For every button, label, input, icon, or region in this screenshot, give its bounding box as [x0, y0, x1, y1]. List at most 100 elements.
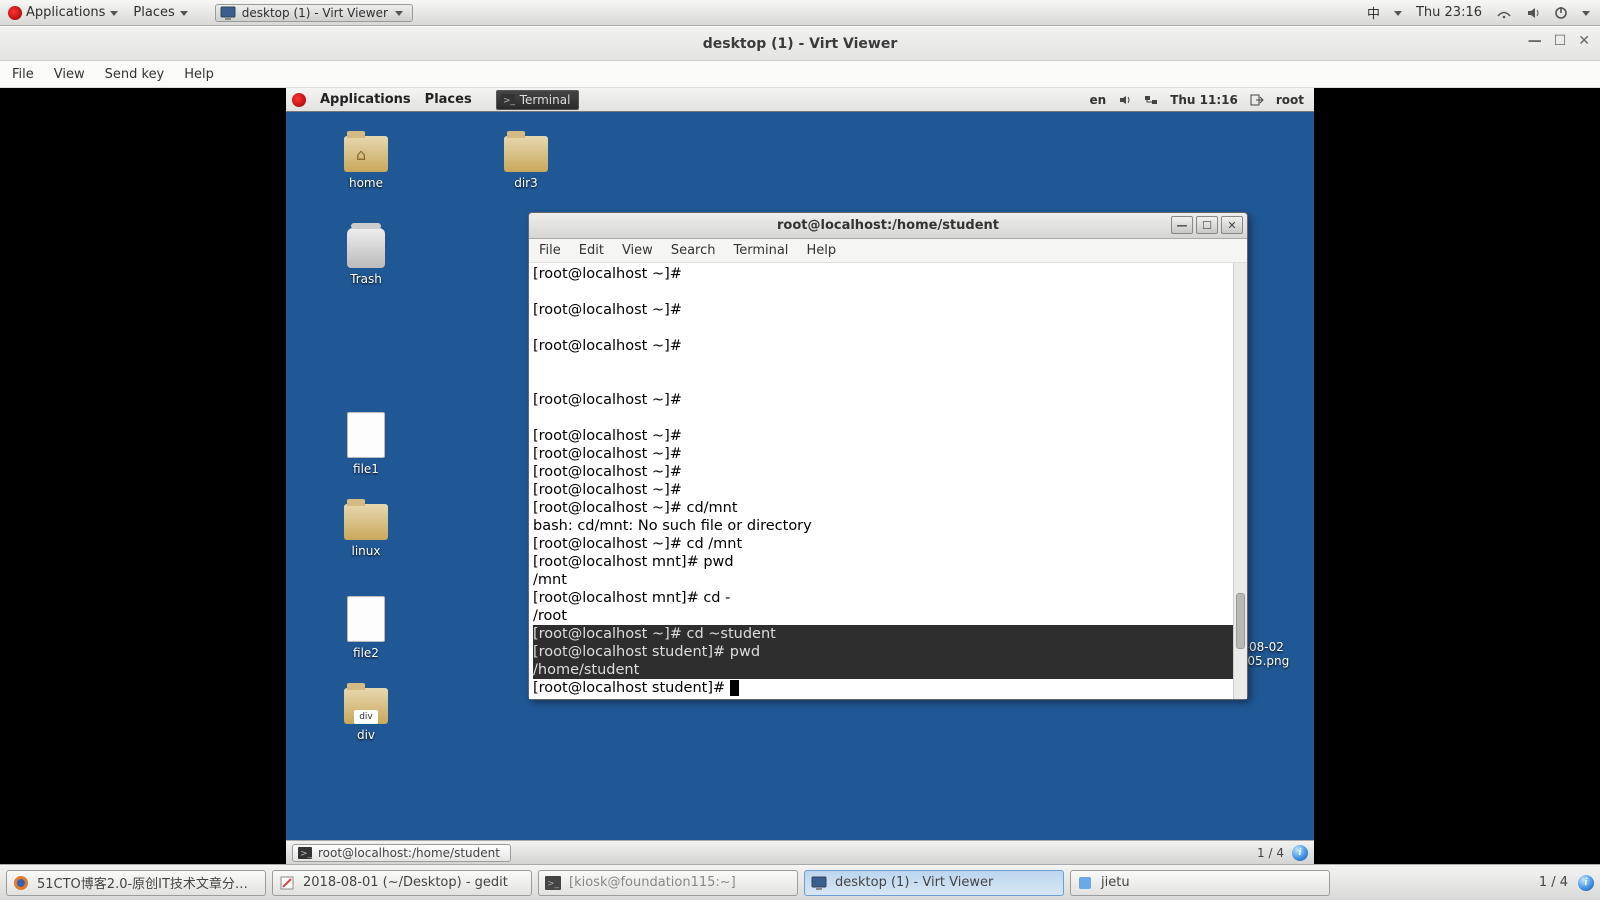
- virt-viewer-window: desktop (1) - Virt Viewer — ☐ ✕ File Vie…: [0, 26, 1600, 864]
- desktop-icon-file2[interactable]: file2: [326, 596, 406, 660]
- redhat-icon: [292, 93, 306, 107]
- virt-viewer-titlebar[interactable]: desktop (1) - Virt Viewer — ☐ ✕: [0, 27, 1600, 61]
- logout-icon[interactable]: [1250, 94, 1264, 106]
- terminal-menu-help[interactable]: Help: [806, 243, 836, 258]
- viewer-close-button[interactable]: ✕: [1578, 33, 1590, 49]
- host-places-menu[interactable]: Places: [133, 5, 188, 20]
- guest-screen[interactable]: Applications Places >_ Terminal en Thu 1…: [286, 88, 1314, 864]
- home-icon: ⌂: [356, 145, 366, 164]
- host-task-jietu[interactable]: jietu: [1070, 870, 1330, 896]
- host-task-label: 51CTO博客2.0-原创IT技术文章分…: [37, 873, 248, 892]
- wifi-icon[interactable]: [1496, 7, 1512, 19]
- terminal-title: root@localhost:/home/student: [777, 218, 999, 233]
- guest-applications-menu[interactable]: Applications: [320, 92, 411, 107]
- guest-lang-indicator[interactable]: en: [1090, 93, 1107, 107]
- network-icon[interactable]: [1144, 94, 1158, 106]
- desktop-icon-label: home: [326, 176, 406, 190]
- desktop-icon-div[interactable]: div div: [326, 688, 406, 742]
- guest-clock[interactable]: Thu 11:16: [1170, 93, 1238, 107]
- terminal-menubar: File Edit View Search Terminal Help: [529, 239, 1247, 263]
- terminal-icon: >_: [501, 94, 515, 106]
- host-workspace-indicator[interactable]: 1 / 4: [1539, 875, 1568, 890]
- terminal-minimize-button[interactable]: —: [1171, 216, 1193, 234]
- desktop-icon-label: dir3: [486, 176, 566, 190]
- guest-desktop[interactable]: ⌂ home dir3 Trash file1 linux: [286, 112, 1314, 840]
- virt-viewer-title: desktop (1) - Virt Viewer: [703, 36, 898, 52]
- terminal-titlebar[interactable]: root@localhost:/home/student — ☐ ✕: [529, 213, 1247, 239]
- guest-bottom-panel: >_ root@localhost:/home/student 1 / 4 i: [286, 840, 1314, 864]
- info-icon[interactable]: i: [1578, 875, 1594, 891]
- guest-taskbar-label: root@localhost:/home/student: [318, 846, 500, 860]
- desktop-icon-label: file1: [326, 462, 406, 476]
- terminal-scrollbar[interactable]: [1233, 263, 1247, 699]
- terminal-icon: >_: [545, 875, 561, 891]
- guest-user-label[interactable]: root: [1276, 93, 1304, 107]
- terminal-body[interactable]: [root@localhost ~]# [root@localhost ~]# …: [529, 263, 1247, 699]
- guest-panel-task[interactable]: >_ Terminal: [496, 90, 580, 110]
- desktop-icon-home[interactable]: ⌂ home: [326, 136, 406, 190]
- viewer-minimize-button[interactable]: —: [1528, 33, 1542, 49]
- host-task-gedit[interactable]: 2018-08-01 (~/Desktop) - gedit: [272, 870, 532, 896]
- desktop-icon-file1[interactable]: file1: [326, 412, 406, 476]
- power-dropdown-icon[interactable]: [1582, 9, 1590, 17]
- terminal-output-selected: [root@localhost ~]# cd ~student [root@lo…: [533, 625, 1243, 679]
- power-icon[interactable]: [1554, 6, 1568, 20]
- host-task-virtviewer[interactable]: desktop (1) - Virt Viewer: [804, 870, 1064, 896]
- terminal-menu-edit[interactable]: Edit: [579, 243, 604, 258]
- terminal-menu-view[interactable]: View: [622, 243, 653, 258]
- monitor-icon: [811, 875, 827, 891]
- app-icon: [1077, 875, 1093, 891]
- guest-taskbar-item[interactable]: >_ root@localhost:/home/student: [292, 844, 511, 862]
- desktop-icon-linux[interactable]: linux: [326, 504, 406, 558]
- desktop-icon-label: Trash: [326, 272, 406, 286]
- host-top-panel: Applications Places desktop (1) - Virt V…: [0, 0, 1600, 26]
- host-bottom-panel: 51CTO博客2.0-原创IT技术文章分… 2018-08-01 (~/Desk…: [0, 864, 1600, 900]
- viewer-maximize-button[interactable]: ☐: [1554, 33, 1567, 49]
- cursor-icon: [730, 680, 739, 696]
- monitor-icon: [220, 6, 236, 20]
- volume-icon[interactable]: [1526, 6, 1540, 20]
- viewer-menu-view[interactable]: View: [54, 67, 85, 82]
- desktop-icon-dir3[interactable]: dir3: [486, 136, 566, 190]
- host-task-terminal[interactable]: >_ [kiosk@foundation115:~]: [538, 870, 798, 896]
- terminal-output: [root@localhost ~]# [root@localhost ~]# …: [533, 265, 1243, 625]
- gedit-icon: [279, 875, 295, 891]
- ime-dropdown-icon[interactable]: [1394, 9, 1402, 17]
- host-task-label: [kiosk@foundation115:~]: [569, 875, 736, 890]
- host-task-label: desktop (1) - Virt Viewer: [835, 875, 993, 890]
- host-task-label: 2018-08-01 (~/Desktop) - gedit: [303, 875, 508, 890]
- viewer-menu-file[interactable]: File: [12, 67, 34, 82]
- viewer-menu-sendkey[interactable]: Send key: [105, 67, 165, 82]
- host-applications-label: Applications: [26, 5, 105, 20]
- scrollbar-thumb[interactable]: [1236, 593, 1245, 649]
- host-clock[interactable]: Thu 23:16: [1416, 5, 1482, 20]
- desktop-icon-label: linux: [326, 544, 406, 558]
- terminal-menu-file[interactable]: File: [539, 243, 561, 258]
- host-panel-task[interactable]: desktop (1) - Virt Viewer: [215, 4, 413, 22]
- desktop-icon-label: div: [326, 728, 406, 742]
- firefox-icon: [13, 875, 29, 891]
- terminal-prompt: [root@localhost student]#: [533, 679, 1243, 697]
- terminal-window: root@localhost:/home/student — ☐ ✕ File …: [528, 212, 1248, 700]
- desktop-icon-trash[interactable]: Trash: [326, 228, 406, 286]
- terminal-close-button[interactable]: ✕: [1221, 216, 1243, 234]
- volume-icon[interactable]: [1118, 94, 1132, 106]
- guest-places-menu[interactable]: Places: [425, 92, 472, 107]
- viewer-menu-help[interactable]: Help: [184, 67, 214, 82]
- terminal-maximize-button[interactable]: ☐: [1196, 216, 1218, 234]
- host-task-label: jietu: [1101, 875, 1130, 890]
- guest-workspace-indicator[interactable]: 1 / 4: [1257, 846, 1284, 860]
- svg-text:>_: >_: [300, 849, 312, 859]
- terminal-menu-terminal[interactable]: Terminal: [733, 243, 788, 258]
- terminal-menu-search[interactable]: Search: [671, 243, 716, 258]
- svg-text:>_: >_: [547, 879, 560, 889]
- info-icon[interactable]: i: [1292, 845, 1308, 861]
- ime-indicator[interactable]: 中: [1367, 3, 1380, 22]
- terminal-icon: >_: [298, 847, 312, 859]
- host-task-firefox[interactable]: 51CTO博客2.0-原创IT技术文章分…: [6, 870, 266, 896]
- desktop-icon-label: file2: [326, 646, 406, 660]
- guest-panel-task-label: Terminal: [520, 93, 571, 107]
- host-applications-menu[interactable]: Applications: [8, 5, 119, 20]
- guest-top-panel: Applications Places >_ Terminal en Thu 1…: [286, 88, 1314, 112]
- host-panel-task-label: desktop (1) - Virt Viewer: [242, 6, 388, 20]
